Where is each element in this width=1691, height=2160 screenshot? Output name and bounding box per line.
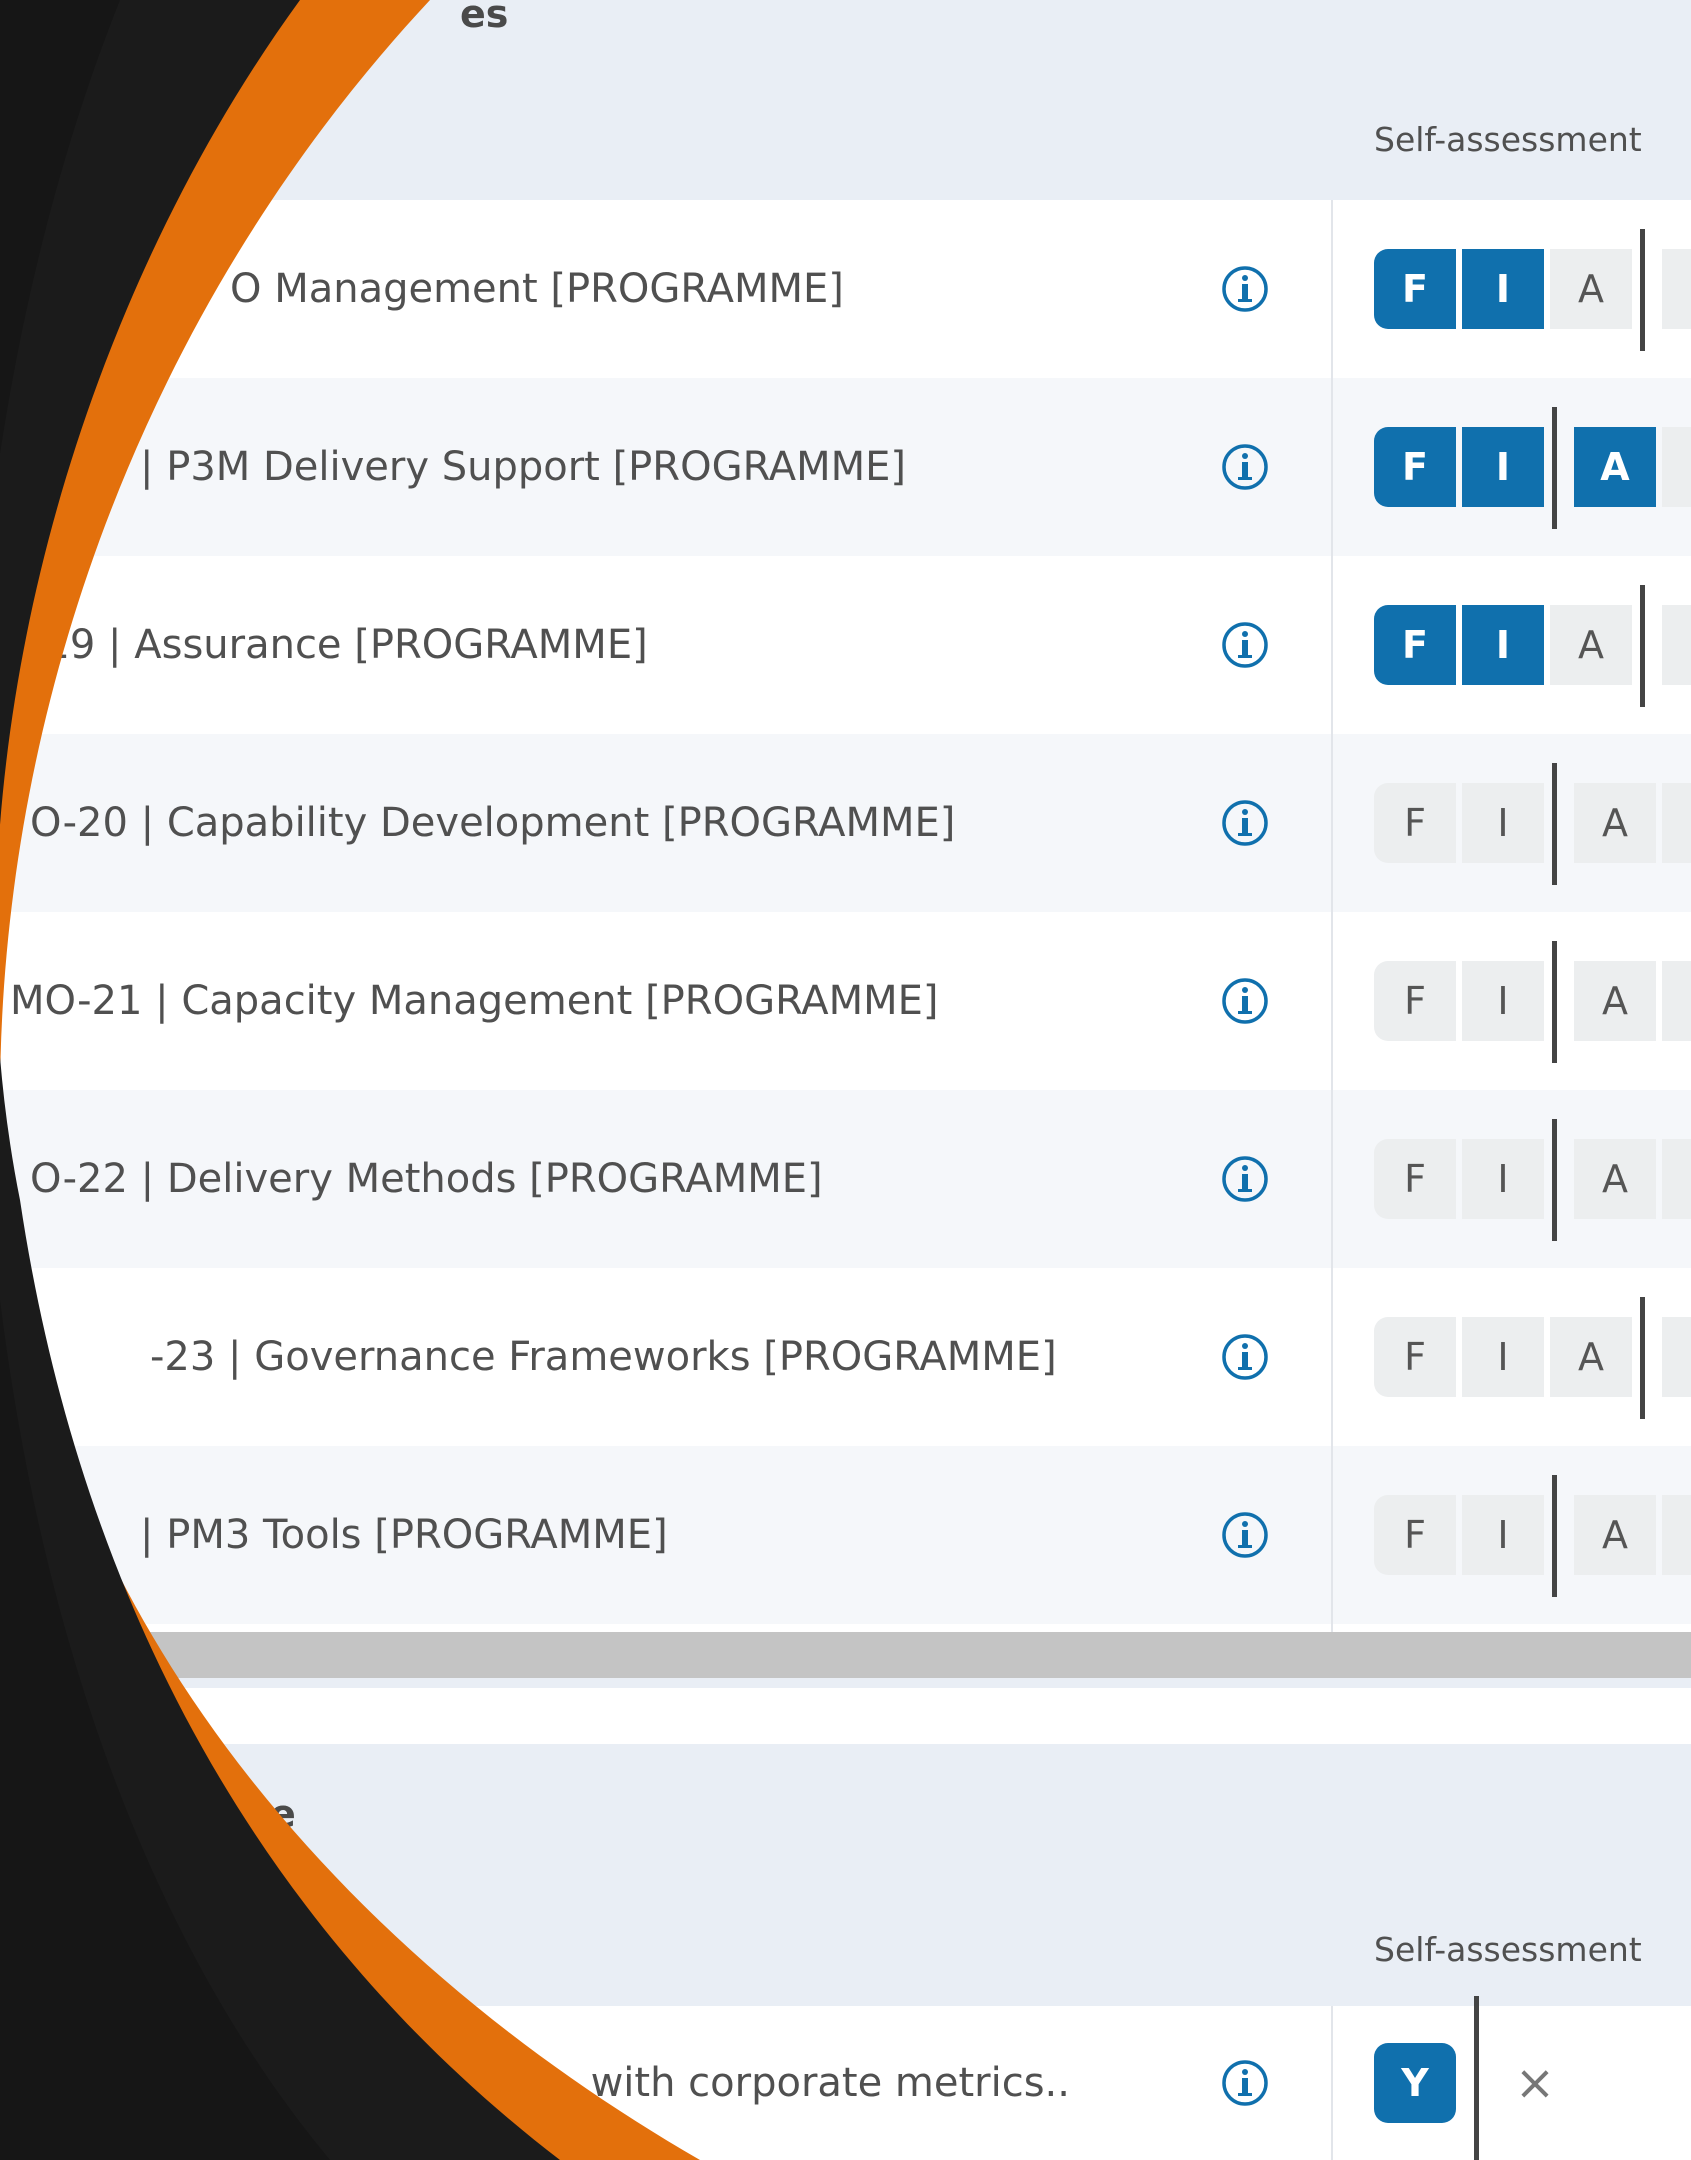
- self-assessment-column-header-2: Self-assessment: [1374, 1930, 1642, 1969]
- level-a-button[interactable]: A: [1550, 1317, 1632, 1397]
- level-next-button[interactable]: [1662, 961, 1691, 1041]
- row-label: -19 | Assurance [PROGRAMME]: [0, 556, 1140, 734]
- level-f-button[interactable]: F: [1374, 961, 1456, 1041]
- level-i-button[interactable]: I: [1462, 605, 1544, 685]
- table-row: O-22 | Delivery Methods [PROGRAMME] F I A: [0, 1090, 1691, 1268]
- horizontal-scrollbar[interactable]: [0, 1632, 1691, 1678]
- row-label-text: O-22 | Delivery Methods [PROGRAMME]: [30, 1156, 823, 1202]
- level-i-button[interactable]: I: [1462, 427, 1544, 507]
- threshold-bar: [1552, 1475, 1557, 1597]
- table-row: -23 | Governance Frameworks [PROGRAMME] F…: [0, 1268, 1691, 1446]
- level-next-button[interactable]: [1662, 249, 1691, 329]
- info-circle-icon[interactable]: [1220, 1510, 1270, 1560]
- level-a-button[interactable]: A: [1574, 1495, 1656, 1575]
- level-f-button[interactable]: F: [1374, 1139, 1456, 1219]
- table-row: MO-21 | Capacity Management [PROGRAMME] F…: [0, 912, 1691, 1090]
- table-row: -19 | Assurance [PROGRAMME] F I A: [0, 556, 1691, 734]
- row-label: O-22 | Delivery Methods [PROGRAMME]: [0, 1090, 1140, 1268]
- row-label: | P3M Delivery Support [PROGRAMME]: [0, 378, 1140, 556]
- info-circle-icon[interactable]: [1220, 264, 1270, 314]
- info-circle-icon[interactable]: [1220, 620, 1270, 670]
- level-i-button[interactable]: I: [1462, 783, 1544, 863]
- section-header-competencies: es Self-assessment: [0, 0, 1691, 200]
- row-label: O-20 | Capability Development [PROGRAMME…: [0, 734, 1140, 912]
- threshold-bar: [1552, 1119, 1557, 1241]
- threshold-bar: [1552, 407, 1557, 529]
- table-row: O Management [PROGRAMME] F I A: [0, 200, 1691, 378]
- section-title-2: e: [270, 1792, 296, 1836]
- row-label-text: O Management [PROGRAMME]: [230, 266, 844, 312]
- section-header-performance: e Self-assessment: [0, 1744, 1691, 2006]
- info-circle-icon[interactable]: [1220, 976, 1270, 1026]
- info-circle-icon[interactable]: [1220, 2058, 1270, 2108]
- yes-toggle-button[interactable]: Y: [1374, 2043, 1456, 2123]
- row-label-text: -23 | Governance Frameworks [PROGRAMME]: [150, 1334, 1057, 1380]
- level-next-button[interactable]: [1662, 605, 1691, 685]
- info-circle-icon[interactable]: [1220, 1332, 1270, 1382]
- level-i-button[interactable]: I: [1462, 1317, 1544, 1397]
- threshold-bar: [1552, 941, 1557, 1063]
- close-icon[interactable]: ×: [1505, 2043, 1565, 2123]
- section-title: es: [460, 0, 509, 36]
- threshold-bar: [1552, 763, 1557, 885]
- row-label-text: with corporate metrics..: [590, 2060, 1070, 2106]
- row-label: MO-21 | Capacity Management [PROGRAMME]: [0, 912, 1140, 1090]
- column-divider: [1331, 200, 1333, 1632]
- row-label-text: MO-21 | Capacity Management [PROGRAMME]: [10, 978, 939, 1024]
- row-label: | PM3 Tools [PROGRAMME]: [0, 1446, 1140, 1624]
- scrollbar-track-edge: [0, 1678, 1691, 1688]
- threshold-bar: [1640, 1297, 1645, 1419]
- threshold-bar: [1640, 585, 1645, 707]
- level-i-button[interactable]: I: [1462, 249, 1544, 329]
- info-circle-icon[interactable]: [1220, 442, 1270, 492]
- section-spacer: [0, 1688, 1691, 1744]
- level-a-button[interactable]: A: [1574, 783, 1656, 863]
- level-f-button[interactable]: F: [1374, 1495, 1456, 1575]
- level-f-button[interactable]: F: [1374, 605, 1456, 685]
- level-f-button[interactable]: F: [1374, 1317, 1456, 1397]
- level-next-button[interactable]: [1662, 1139, 1691, 1219]
- level-f-button[interactable]: F: [1374, 249, 1456, 329]
- level-a-button[interactable]: A: [1574, 1139, 1656, 1219]
- column-divider-2: [1331, 2006, 1333, 2160]
- info-circle-icon[interactable]: [1220, 798, 1270, 848]
- level-i-button[interactable]: I: [1462, 1139, 1544, 1219]
- level-next-button[interactable]: [1662, 783, 1691, 863]
- level-i-button[interactable]: I: [1462, 961, 1544, 1041]
- level-f-button[interactable]: F: [1374, 783, 1456, 863]
- info-circle-icon[interactable]: [1220, 1154, 1270, 1204]
- self-assessment-column-header: Self-assessment: [1374, 120, 1642, 159]
- threshold-bar: [1474, 1996, 1479, 2160]
- row-label-text: -19 | Assurance [PROGRAMME]: [30, 622, 648, 668]
- table-row: O-20 | Capability Development [PROGRAMME…: [0, 734, 1691, 912]
- level-f-button[interactable]: F: [1374, 427, 1456, 507]
- row-label: with corporate metrics..: [0, 2006, 1140, 2160]
- row-label: O Management [PROGRAMME]: [0, 200, 1140, 378]
- table-row: | PM3 Tools [PROGRAMME] F I A: [0, 1446, 1691, 1624]
- table-row: with corporate metrics.. Y ×: [0, 1996, 1691, 2160]
- level-next-button[interactable]: [1662, 1495, 1691, 1575]
- table-row: | P3M Delivery Support [PROGRAMME] F I A: [0, 378, 1691, 556]
- level-i-button[interactable]: I: [1462, 1495, 1544, 1575]
- assessment-panel: es Self-assessment O Management [PROGRAM…: [0, 0, 1691, 2160]
- level-a-button[interactable]: A: [1550, 605, 1632, 685]
- level-a-button[interactable]: A: [1574, 427, 1656, 507]
- row-label: -23 | Governance Frameworks [PROGRAMME]: [0, 1268, 1140, 1446]
- level-next-button[interactable]: [1662, 1317, 1691, 1397]
- level-a-button[interactable]: A: [1574, 961, 1656, 1041]
- row-label-text: | P3M Delivery Support [PROGRAMME]: [140, 444, 907, 490]
- level-next-button[interactable]: [1662, 427, 1691, 507]
- level-a-button[interactable]: A: [1550, 249, 1632, 329]
- row-label-text: | PM3 Tools [PROGRAMME]: [140, 1512, 668, 1558]
- threshold-bar: [1640, 229, 1645, 351]
- row-label-text: O-20 | Capability Development [PROGRAMME…: [30, 800, 956, 846]
